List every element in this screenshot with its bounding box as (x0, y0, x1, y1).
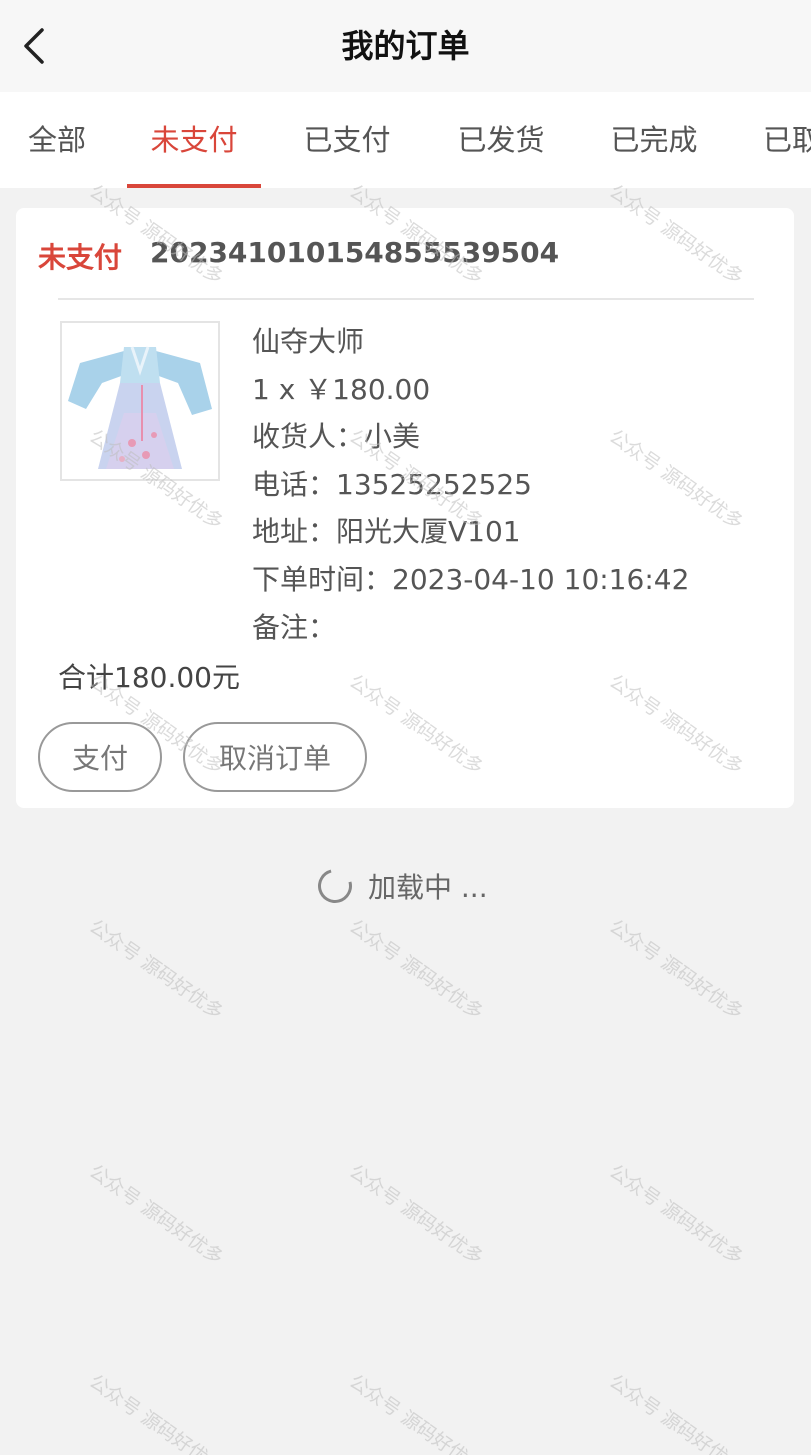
nav-bar: 我的订单 (0, 0, 811, 92)
watermark: 公众号 源码好优多 (605, 915, 748, 1025)
watermark: 公众号 源码好优多 (345, 1370, 488, 1455)
address: 地址：阳光大厦V101 (252, 515, 521, 549)
loading-text: 加载中 ... (368, 871, 488, 904)
tab-unpaid[interactable]: 未支付 (127, 92, 261, 188)
tab-cancelled[interactable]: 已取消 (763, 92, 811, 188)
watermark: 公众号 源码好优多 (605, 1160, 748, 1270)
tab-shipped[interactable]: 已发货 (434, 92, 568, 188)
watermark: 公众号 源码好优多 (85, 915, 228, 1025)
order-number: 20234101015485553950​4 (150, 236, 560, 269)
tab-all[interactable]: 全部 (14, 92, 100, 188)
page-title: 我的订单 (341, 27, 470, 65)
divider (58, 298, 754, 300)
watermark: 公众号 源码好优多 (345, 915, 488, 1025)
cancel-order-button[interactable]: 取消订单 (183, 722, 367, 792)
order-total: 合计180.00元 (58, 661, 240, 694)
active-tab-indicator (127, 184, 261, 188)
order-time: 下单时间：2023-04-10 10:16:42 (252, 562, 690, 596)
watermark: 公众号 源码好优多 (345, 1160, 488, 1270)
spinner-icon (311, 862, 359, 910)
dress-illustration (62, 323, 218, 479)
order-status-tabs: 全部 未支付 已支付 已发货 已完成 已取消 (0, 92, 811, 188)
order-details: 仙夺大师 1 x ￥180.00 收货人：小美 电话：13525252525 地… (252, 320, 689, 653)
receiver: 收货人：小美 (252, 420, 421, 454)
order-card: 未支付 20234101015485553950​4 仙夺大师 1 x ￥180… (16, 208, 794, 808)
watermark: 公众号 源码好优多 (85, 1160, 228, 1270)
order-status: 未支付 (38, 241, 123, 274)
product-image[interactable] (60, 321, 220, 481)
tab-completed[interactable]: 已完成 (587, 92, 721, 188)
watermark: 公众号 源码好优多 (85, 1370, 228, 1455)
pay-button[interactable]: 支付 (38, 722, 162, 792)
product-name[interactable]: 仙夺大师 (252, 320, 689, 368)
loading-indicator: 加载中 ... (311, 862, 488, 910)
phone: 电话：13525252525 (252, 467, 532, 501)
remark: 备注： (252, 610, 337, 644)
quantity-price: 1 x ￥180.00 (252, 372, 431, 406)
tab-paid[interactable]: 已支付 (280, 92, 414, 188)
watermark: 公众号 源码好优多 (605, 1370, 748, 1455)
